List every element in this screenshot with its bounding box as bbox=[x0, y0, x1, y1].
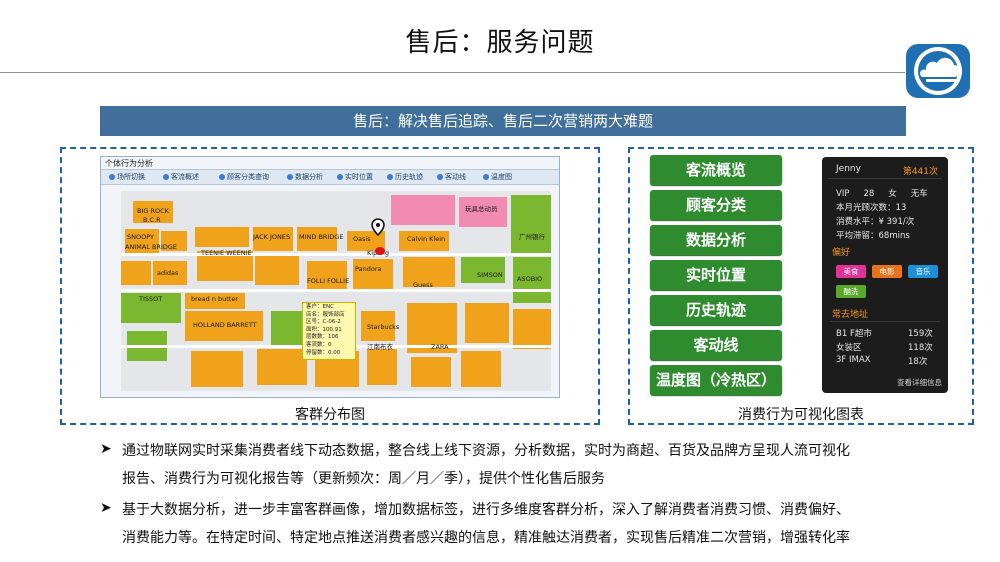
shop-label: B.C.R bbox=[143, 216, 161, 224]
shop-label: SNOOPY bbox=[127, 233, 154, 241]
shop-block[interactable] bbox=[191, 351, 243, 387]
shop-block[interactable] bbox=[255, 255, 299, 285]
shop-label: MIND BRIDGE bbox=[299, 233, 344, 241]
history-icon bbox=[387, 174, 393, 180]
analysis-icon bbox=[287, 174, 293, 180]
toolbar-item[interactable]: 客流概述 bbox=[163, 171, 199, 183]
menu-button-history[interactable]: 历史轨迹 bbox=[650, 295, 782, 325]
shop-block[interactable] bbox=[461, 257, 505, 283]
shop-label: BIG ROCK bbox=[137, 207, 169, 215]
flow-icon bbox=[163, 174, 169, 180]
toolbar-item[interactable]: 数据分析 bbox=[287, 171, 323, 183]
bullet-text-1: 通过物联网实时采集消费者线下动态数据，整合线上线下资源，分析数据，实时为商超、百… bbox=[122, 443, 850, 487]
preference-tag[interactable]: 电影 bbox=[872, 265, 902, 278]
shop-block[interactable] bbox=[461, 351, 501, 387]
menu-button-location[interactable]: 实时位置 bbox=[650, 260, 782, 290]
shop-label: Oasis bbox=[353, 235, 371, 243]
preference-title: 偏好 bbox=[832, 248, 851, 258]
shop-block[interactable] bbox=[391, 195, 455, 225]
place-row: 3F IMAX 18次 bbox=[836, 355, 928, 367]
map-toolbar: 场所切换 客流概述 顾客分类查询 数据分析 实时位置 历史轨迹 客动线 温度图 bbox=[101, 169, 559, 185]
map-window-title: 个体行为分析 bbox=[105, 159, 153, 168]
map-window[interactable]: 个体行为分析 场所切换 客流概述 顾客分类查询 数据分析 实时位置 历史轨迹 客… bbox=[100, 156, 560, 398]
location-icon bbox=[337, 174, 343, 180]
toolbar-item[interactable]: 温度图 bbox=[483, 171, 512, 183]
profile-name: Jenny bbox=[836, 164, 861, 174]
shop-label: Starbucks bbox=[367, 323, 400, 331]
shop-block[interactable] bbox=[511, 195, 551, 253]
profile-rank: 第441次 bbox=[902, 167, 938, 177]
bullet-text-2: 基于大数据分析，进一步丰富客群画像，增加数据标签，进行多维度客群分析，深入了解消… bbox=[122, 502, 850, 546]
profile-spend: 消费水平：¥ 391/次 bbox=[836, 217, 915, 227]
corridor bbox=[121, 289, 551, 292]
shop-block[interactable] bbox=[121, 261, 151, 285]
toolbar-item[interactable]: 实时位置 bbox=[337, 171, 373, 183]
preference-tag[interactable]: 美食 bbox=[836, 265, 866, 278]
place-row: 女装区 118次 bbox=[836, 343, 933, 353]
profile-basics: VIP 28 女无车 bbox=[836, 189, 928, 199]
store-info-popup: 客户：ENC 店名：服饰部店 区号：C-06-2 面积：100.91 层数数：1… bbox=[302, 302, 356, 360]
toolbar-item[interactable]: 客动线 bbox=[437, 171, 466, 183]
venue-icon bbox=[109, 174, 115, 180]
toolbar-item[interactable]: 场所切换 bbox=[109, 171, 145, 183]
place-row: B1 F超市 159次 bbox=[836, 329, 933, 339]
shop-label: Pandora bbox=[355, 265, 382, 273]
shop-label: SIMSON bbox=[477, 271, 503, 279]
shop-block[interactable] bbox=[195, 227, 249, 247]
shop-label: FOLLI FOLLIE bbox=[307, 277, 350, 285]
card-divider bbox=[830, 321, 940, 322]
shop-block[interactable] bbox=[353, 259, 393, 289]
shop-label: Calvin Klein bbox=[407, 235, 446, 243]
target-marker bbox=[375, 247, 385, 255]
title-divider bbox=[0, 72, 905, 73]
bullet-arrow-icon: ➤ bbox=[100, 441, 112, 457]
shop-label: Guess bbox=[413, 281, 433, 289]
menu-button-customer[interactable]: 顾客分类 bbox=[650, 190, 782, 220]
profile-header: Jenny 第441次 bbox=[828, 162, 942, 179]
floor-plan: BIG ROCK B.C.R SNOOPY ANIMAL BRIDGE TEEN… bbox=[121, 191, 551, 391]
toolbar-item[interactable]: 顾客分类查询 bbox=[219, 171, 269, 183]
shop-label: JACK JONES bbox=[253, 233, 291, 241]
customer-profile-card: Jenny 第441次 VIP 28 女无车 本月光顾次数：13 消费水平：¥ 39… bbox=[822, 157, 948, 393]
shop-label: TEENIE WEENIE bbox=[201, 249, 252, 257]
page-title: 售后：服务问题 bbox=[405, 28, 595, 58]
shop-label: 广州银行 bbox=[519, 233, 545, 241]
shop-label: adidas bbox=[157, 269, 179, 277]
heat-icon bbox=[483, 174, 489, 180]
shop-block[interactable] bbox=[465, 303, 509, 343]
shop-block[interactable] bbox=[257, 349, 307, 385]
profile-visits: 本月光顾次数：13 bbox=[836, 203, 907, 213]
menu-button-flow[interactable]: 客流概览 bbox=[650, 155, 782, 185]
left-panel-caption: 客群分布图 bbox=[295, 407, 365, 423]
shop-label: HOLLAND BARRETT bbox=[193, 321, 257, 329]
preference-tag[interactable]: 音乐 bbox=[908, 265, 938, 278]
shop-label: 江南布衣 bbox=[367, 343, 393, 351]
right-panel-caption: 消费行为可视化图表 bbox=[738, 407, 864, 423]
menu-button-route[interactable]: 客动线 bbox=[650, 330, 782, 360]
cloud-logo-icon bbox=[906, 44, 970, 98]
view-details-link[interactable]: 查看详细信息 bbox=[897, 377, 942, 388]
menu-button-heatmap[interactable]: 温度图（冷热区） bbox=[650, 365, 782, 395]
shop-block[interactable] bbox=[411, 357, 451, 387]
shop-block[interactable] bbox=[513, 309, 551, 349]
shop-label: ASOBIO bbox=[517, 275, 543, 283]
profile-stay: 平均滞留：68mins bbox=[836, 231, 910, 241]
menu-button-analysis[interactable]: 数据分析 bbox=[650, 225, 782, 255]
route-icon bbox=[437, 174, 443, 180]
shop-block[interactable] bbox=[367, 349, 397, 385]
corridor bbox=[121, 253, 551, 256]
toolbar-item[interactable]: 历史轨迹 bbox=[387, 171, 423, 183]
customer-icon bbox=[219, 174, 225, 180]
preference-tag[interactable]: 酗洗 bbox=[836, 285, 866, 298]
shop-label: TISSOT bbox=[139, 295, 163, 303]
frequent-places-title: 常去地址 bbox=[832, 310, 869, 320]
location-pin-icon[interactable] bbox=[371, 218, 385, 237]
shop-label: ANIMAL BRIDGE bbox=[125, 243, 178, 251]
bullet-arrow-icon: ➤ bbox=[100, 500, 112, 516]
shop-label: ZARA bbox=[431, 343, 449, 351]
section-banner: 售后：解决售后追踪、售后二次营销两大难题 bbox=[100, 106, 906, 136]
shop-label: bread n butter bbox=[191, 295, 239, 303]
shop-label: 玩具总动员 bbox=[465, 205, 498, 213]
